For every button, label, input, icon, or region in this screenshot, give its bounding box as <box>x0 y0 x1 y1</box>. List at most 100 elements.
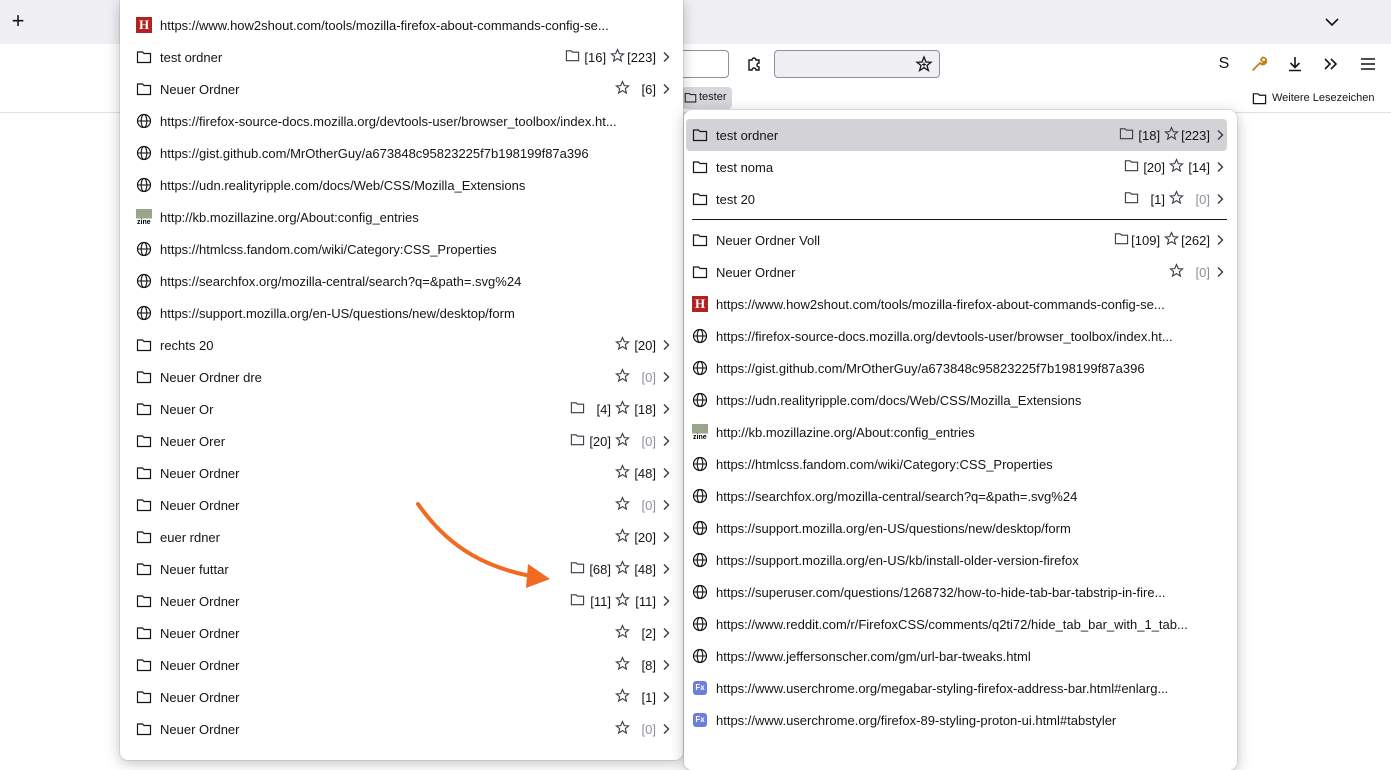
bookmark-folder-item[interactable]: Neuer Ordner [8] <box>130 649 673 681</box>
bookmark-folder-item[interactable]: Neuer Ordner dre [0] <box>130 361 673 393</box>
bookmark-label: https://searchfox.org/mozilla-central/se… <box>716 488 1078 504</box>
chevron-right-icon <box>659 338 673 352</box>
bookmark-item[interactable]: https://searchfox.org/mozilla-central/se… <box>130 265 673 297</box>
search-bar[interactable] <box>774 50 940 78</box>
list-all-tabs-button[interactable] <box>1322 12 1342 32</box>
bookmark-folder-item[interactable]: test ordner [18] [223] <box>686 119 1227 151</box>
folder-icon <box>136 625 152 641</box>
bookmark-label: https://www.userchrome.org/megabar-styli… <box>716 680 1169 696</box>
chevron-right-icon <box>1213 192 1227 206</box>
star-icon <box>614 336 631 354</box>
bookmark-item[interactable]: https://support.mozilla.org/en-US/kb/ins… <box>686 544 1227 576</box>
new-tab-button[interactable]: + <box>8 10 28 32</box>
bookmark-folder-item[interactable]: Neuer Ordner [0] <box>686 256 1227 288</box>
star-icon <box>614 656 631 674</box>
bookmark-item[interactable]: https://www.reddit.com/r/FirefoxCSS/comm… <box>686 608 1227 640</box>
folder-count-value: [16] <box>584 49 607 65</box>
chevron-right-icon <box>659 722 673 736</box>
bookmark-folder-item[interactable]: Neuer Ordner Voll [109] [262] <box>686 224 1227 256</box>
chevron-right-icon <box>659 434 673 448</box>
item-counts: [1] [0] <box>1124 190 1227 208</box>
globe-icon <box>692 328 708 344</box>
folder-icon <box>692 264 708 280</box>
bookmark-star-button[interactable] <box>915 55 933 73</box>
bookmark-count: [1] <box>614 688 656 706</box>
bookmark-item[interactable]: https://support.mozilla.org/en-US/questi… <box>130 297 673 329</box>
bookmark-folder-item[interactable]: test noma [20] [14] <box>686 151 1227 183</box>
bookmark-folder-label: tester <box>699 91 727 103</box>
bookmark-item[interactable]: https://udn.realityripple.com/docs/Web/C… <box>130 169 673 201</box>
bookmark-folder-item[interactable]: Neuer Or [4] [18] <box>130 393 673 425</box>
bookmark-folder-item[interactable]: euer rdner [20] <box>130 521 673 553</box>
bookmark-label: Neuer Ordner dre <box>160 369 262 385</box>
bookmark-item[interactable]: https://superuser.com/questions/1268732/… <box>686 576 1227 608</box>
chevron-right-icon <box>659 626 673 640</box>
bookmark-item[interactable]: https://www.jeffersonscher.com/gm/url-ba… <box>686 640 1227 672</box>
star-icon <box>610 48 626 66</box>
bookmark-item[interactable]: https://support.mozilla.org/en-US/questi… <box>686 512 1227 544</box>
bookmark-folder-item[interactable]: Neuer Orer [20] [0] <box>130 425 673 457</box>
bookmark-item[interactable]: Hhttps://www.how2shout.com/tools/mozilla… <box>130 9 673 41</box>
bookmark-item[interactable]: https://htmlcss.fandom.com/wiki/Category… <box>130 233 673 265</box>
customize-button[interactable] <box>1248 53 1270 75</box>
folder-icon <box>136 593 152 609</box>
bookmark-label: https://htmlcss.fandom.com/wiki/Category… <box>160 241 497 257</box>
bookmark-folder-item[interactable]: Neuer futtar [68] [48] <box>130 553 673 585</box>
bookmark-label: http://kb.mozillazine.org/About:config_e… <box>716 424 975 440</box>
folder-count-icon <box>1114 231 1129 249</box>
folder-icon <box>692 191 708 207</box>
bookmark-folder-item[interactable]: rechts 20 [20] <box>130 329 673 361</box>
bookmark-folder-item[interactable]: Neuer Ordner [0] <box>130 489 673 521</box>
bookmark-folder-item[interactable]: Neuer Ordner [6] <box>130 73 673 105</box>
bookmark-item[interactable]: https://htmlcss.fandom.com/wiki/Category… <box>686 448 1227 480</box>
bookmark-folder-item[interactable]: Neuer Ordner [2] <box>130 617 673 649</box>
bookmark-folder-tester[interactable]: tester <box>682 87 732 109</box>
star-icon <box>915 55 933 72</box>
bookmark-count-value: [0] <box>641 369 656 385</box>
bookmark-item[interactable]: https://udn.realityripple.com/docs/Web/C… <box>686 384 1227 416</box>
bookmark-item[interactable]: Fx https://www.userchrome.org/firefox-89-… <box>686 704 1227 736</box>
bookmark-folder-item[interactable]: test ordner [16] [223] <box>130 41 673 73</box>
app-menu-button[interactable] <box>1357 53 1379 75</box>
bookmark-count: [262] <box>1164 231 1210 249</box>
star-icon <box>614 496 631 514</box>
bookmark-label: https://www.jeffersonscher.com/gm/url-ba… <box>716 648 1031 664</box>
item-counts: [4] [18] <box>570 400 673 418</box>
extensions-button[interactable] <box>744 54 764 74</box>
item-counts: [16] [223] <box>565 48 673 66</box>
bookmark-item[interactable]: zine http://kb.mozillazine.org/About:conf… <box>130 201 673 233</box>
downloads-button[interactable] <box>1284 53 1306 75</box>
other-bookmarks-label: Weitere Lesezeichen <box>1272 92 1375 104</box>
bookmark-item[interactable]: Fx https://www.userchrome.org/megabar-sty… <box>686 672 1227 704</box>
bookmark-item[interactable]: Hhttps://www.how2shout.com/tools/mozilla… <box>686 288 1227 320</box>
bookmark-label: https://searchfox.org/mozilla-central/se… <box>160 273 522 289</box>
bookmark-folder-item[interactable]: test 20 [1] [0] <box>686 183 1227 215</box>
bookmark-item[interactable]: https://firefox-source-docs.mozilla.org/… <box>130 105 673 137</box>
bookmark-folder-item[interactable]: Neuer Ordner [11] [11] <box>130 585 673 617</box>
profile-s-button[interactable]: S <box>1213 53 1235 75</box>
bookmark-folder-item[interactable]: Neuer Ordner [0] <box>130 713 673 745</box>
folder-icon <box>136 721 152 737</box>
bookmark-item[interactable]: https://gist.github.com/MrOtherGuy/a6738… <box>130 137 673 169</box>
bookmark-item[interactable]: https://firefox-source-docs.mozilla.org/… <box>686 320 1227 352</box>
bookmark-count-value: [223] <box>627 49 656 65</box>
bookmark-label: Neuer Ordner <box>160 657 240 673</box>
globe-icon <box>692 392 708 408</box>
other-bookmarks-button[interactable]: Weitere Lesezeichen <box>1252 89 1375 107</box>
bookmark-count: [20] <box>614 528 656 546</box>
chevron-down-icon <box>1325 18 1339 27</box>
bookmark-item[interactable]: https://searchfox.org/mozilla-central/se… <box>686 480 1227 512</box>
userchrome-favicon: Fx <box>692 712 708 728</box>
overflow-button[interactable] <box>1320 53 1342 75</box>
folder-count-value: [1] <box>1150 191 1165 207</box>
bookmark-item[interactable]: zine http://kb.mozillazine.org/About:conf… <box>686 416 1227 448</box>
bookmark-item[interactable]: https://gist.github.com/MrOtherGuy/a6738… <box>686 352 1227 384</box>
bookmark-count-value: [2] <box>641 625 656 641</box>
bookmark-folder-item[interactable]: Neuer Ordner [48] <box>130 457 673 489</box>
mozillazine-favicon: zine <box>136 209 152 226</box>
folder-icon <box>692 232 708 248</box>
bookmark-label: https://support.mozilla.org/en-US/questi… <box>160 305 515 321</box>
bookmark-count: [0] <box>1168 263 1210 281</box>
bookmark-folder-item[interactable]: Neuer Ordner [1] <box>130 681 673 713</box>
bookmark-label: Neuer Ordner <box>160 689 240 705</box>
